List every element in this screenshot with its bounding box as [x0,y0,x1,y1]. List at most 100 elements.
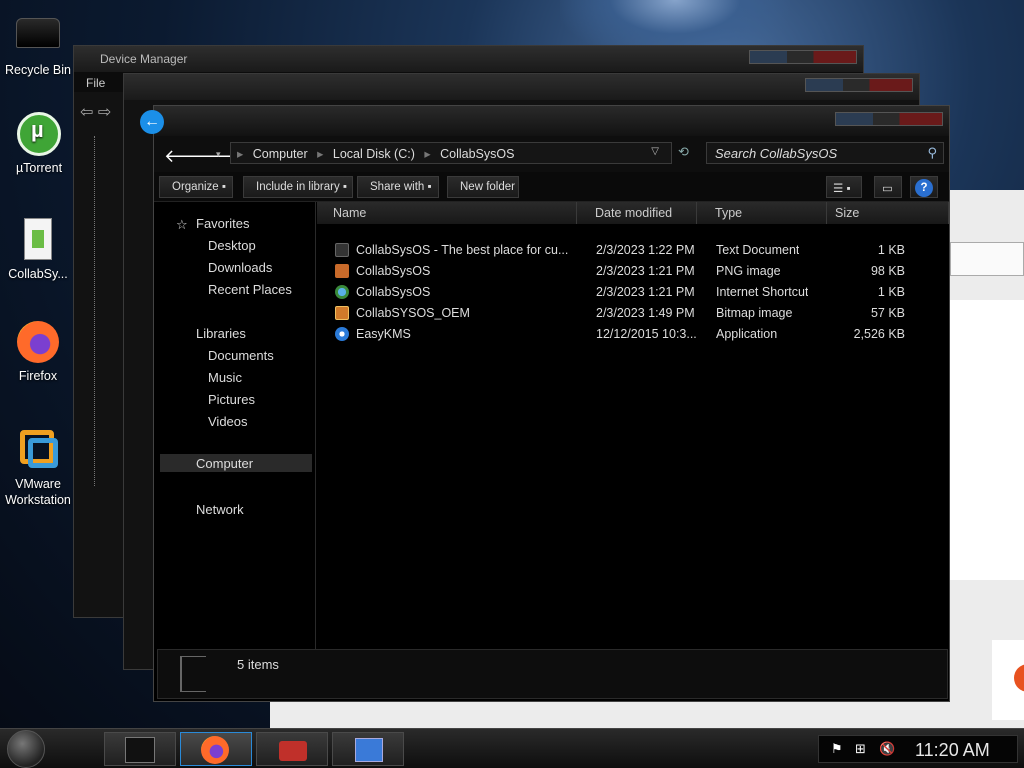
column-header-date-modified[interactable]: Date modified [577,202,697,224]
nav-documents[interactable]: Documents [188,348,274,363]
window-controls[interactable] [749,50,857,64]
nav-videos[interactable]: Videos [188,414,248,429]
table-row[interactable]: CollabSysOS 2/3/2023 1:21 PM Internet Sh… [317,282,949,303]
window-title: Device Manager [100,52,188,66]
flag-icon[interactable]: ⚑ [831,741,843,757]
desktop-icon-label: Recycle Bin [5,63,71,77]
firefox-icon [14,318,62,366]
window-controls[interactable] [805,78,913,92]
image-file-icon [335,264,349,278]
libraries-icon [176,327,188,339]
refresh-icon[interactable]: ⟲ [678,144,698,162]
column-header-type[interactable]: Type [697,202,827,224]
recent-places-icon [188,283,200,295]
network-icon[interactable]: ⊞ [855,741,866,757]
recent-pages-dropdown[interactable]: ▾ [216,149,221,160]
desktop-icon [188,239,200,251]
preview-pane-icon[interactable]: ▭ [874,176,902,198]
window-title-bar[interactable]: Device Manager [74,46,863,72]
app-icon [125,737,155,763]
firefox-icon [201,736,229,764]
pictures-icon [188,393,200,405]
device-tree [94,136,124,486]
background-panel [950,300,1024,580]
desktop-icon-collabsysos[interactable]: CollabSy... [0,216,76,282]
star-icon: ☆ [176,217,188,232]
address-row: 🡐 🡒 ▾ ▸ Computer ▸ Local Disk (C:) ▸ Col… [154,136,949,172]
magnifier-icon[interactable]: ⚲ [927,145,937,161]
desktop-icon-utorrent[interactable]: µ µTorrent [1,110,77,176]
nav-network[interactable]: Network [176,502,244,517]
table-row[interactable]: CollabSYSOS_OEM 2/3/2023 1:49 PM Bitmap … [317,303,949,324]
explorer-title-bar[interactable]: ← [140,106,949,136]
desktop-icon-label: µTorrent [15,161,63,175]
status-bar: 5 items [157,649,948,699]
nav-favorites[interactable]: ☆ Favorites [176,216,249,232]
window-controls[interactable] [835,112,943,126]
text-file-icon [335,243,349,257]
downloads-icon [188,261,200,273]
include-in-library-button[interactable]: Include in library ▪ [243,176,353,198]
breadcrumb-computer[interactable]: Computer [253,147,308,161]
computer-icon [176,457,188,469]
background-card [992,640,1024,720]
search-input[interactable]: Search CollabSysOS ⚲ [706,142,944,164]
music-icon [188,371,200,383]
taskbar-item-app[interactable] [104,732,176,766]
navigation-pane: ☆ Favorites Desktop Downloads Recent Plac… [154,202,316,649]
nav-libraries[interactable]: Libraries [176,326,246,341]
search-placeholder: Search CollabSysOS [715,146,838,161]
folder-status-icon [180,656,206,692]
desktop-icon-vmware[interactable]: VMware Workstation [0,426,76,508]
taskbar-item-firefox[interactable] [180,732,252,766]
desktop-icon-recycle-bin[interactable]: Recycle Bin [0,12,76,78]
nav-computer[interactable]: Computer [160,454,312,472]
address-dropdown-icon[interactable]: ▽ [651,146,659,157]
clock[interactable]: 11:20 AM [915,740,990,761]
network-icon [176,503,188,515]
taskbar-item-control-panel[interactable] [332,732,404,766]
address-bar[interactable]: ▸ Computer ▸ Local Disk (C:) ▸ CollabSys… [230,142,672,164]
bitmap-file-icon [335,306,349,320]
table-row[interactable]: CollabSysOS 2/3/2023 1:21 PM PNG image 9… [317,261,949,282]
nav-music[interactable]: Music [188,370,242,385]
nav-downloads[interactable]: Downloads [188,260,272,275]
nav-desktop[interactable]: Desktop [188,238,256,253]
nav-pictures[interactable]: Pictures [188,392,255,407]
command-bar: Organize ▪ Include in library ▪ Share wi… [154,172,949,202]
explorer-window: ← 🡐 🡒 ▾ ▸ Computer ▸ Local Disk (C:) ▸ C… [140,105,950,702]
desktop-icon-firefox[interactable]: Firefox [0,318,76,384]
share-with-button[interactable]: Share with ▪ [357,176,439,198]
globe-icon [335,285,349,299]
back-circle-icon[interactable]: ← [140,110,164,134]
documents-icon [188,349,200,361]
background-logo-icon [1014,664,1024,692]
breadcrumb-separator: ▸ [317,147,324,161]
view-options-icon[interactable]: ☰ ▪ [826,176,862,198]
nav-recent-places[interactable]: Recent Places [188,282,292,297]
system-tray: ⚑ ⊞ 🔇 11:20 AM [818,735,1018,763]
breadcrumb-local-disk[interactable]: Local Disk (C:) [333,147,415,161]
organize-button[interactable]: Organize ▪ [159,176,233,198]
table-row[interactable]: EasyKMS 12/12/2015 10:3... Application 2… [317,324,949,345]
file-list: Name Date modified Type Size CollabSysOS… [317,202,949,649]
column-header-size[interactable]: Size [827,202,949,224]
device-manager-nav-arrows[interactable]: ⇦ ⇨ [80,102,111,122]
videos-icon [188,415,200,427]
control-panel-icon [355,738,383,762]
volume-muted-icon[interactable]: 🔇 [879,741,895,757]
start-button-icon[interactable] [7,730,45,768]
recycle-bin-icon [14,12,62,60]
new-folder-button[interactable]: New folder [447,176,519,198]
breadcrumb-collabsysos[interactable]: CollabSysOS [440,147,514,161]
taskbar: ⚑ ⊞ 🔇 11:20 AM [0,728,1024,768]
breadcrumb-separator: ▸ [424,147,431,161]
taskbar-item-toolbox[interactable] [256,732,328,766]
column-header-name[interactable]: Name [317,202,577,224]
window-title-bar[interactable] [124,74,919,100]
table-row[interactable]: CollabSysOS - The best place for cu... 2… [317,240,949,261]
item-count: 5 items [237,657,279,672]
help-icon[interactable]: ? [910,176,938,198]
menu-file[interactable]: File [86,76,105,90]
desktop-icon-label: Firefox [18,369,58,383]
